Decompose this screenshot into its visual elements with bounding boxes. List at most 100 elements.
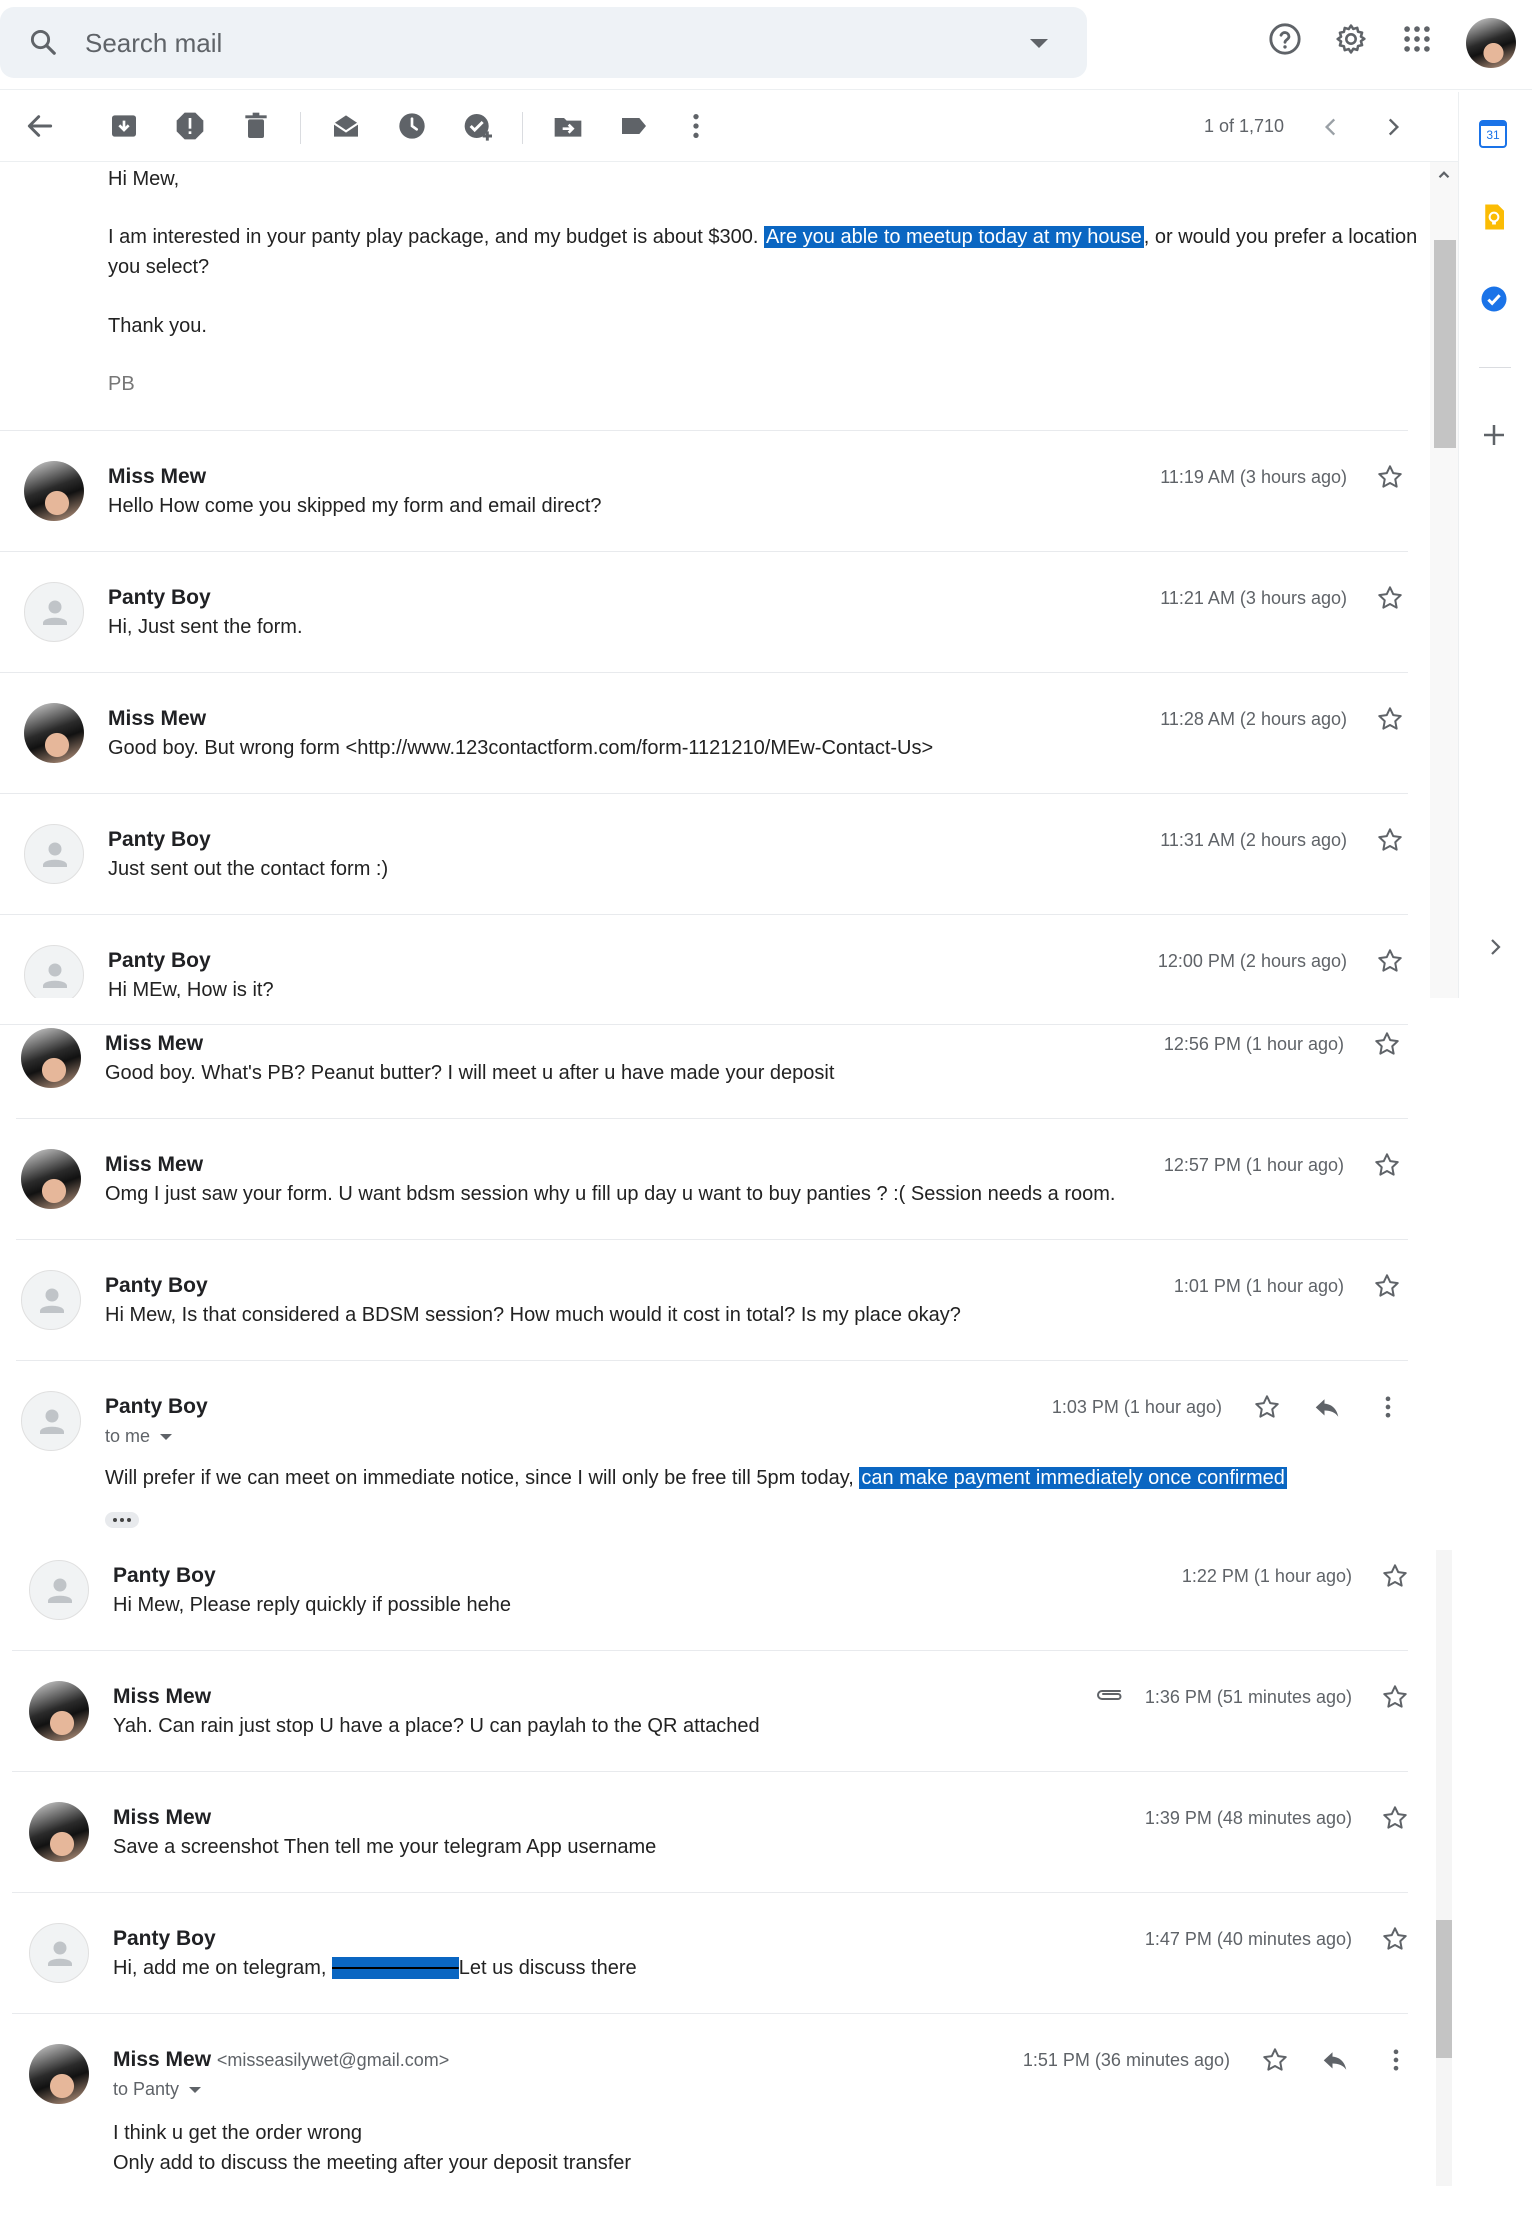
more-options-icon[interactable] bbox=[1374, 1393, 1402, 1421]
sender-name: Miss Mew <misseasilywet@gmail.com> bbox=[113, 2048, 449, 2072]
reply-icon[interactable] bbox=[1312, 1393, 1342, 1423]
message-row[interactable]: Miss Mew Omg I just saw your form. U wan… bbox=[0, 1119, 1408, 1240]
message-body-line: I think u get the order wrong bbox=[113, 2122, 363, 2144]
message-row[interactable]: Panty Boy Hi MEw, How is it? 12:00 PM (2… bbox=[0, 915, 1408, 998]
dot bbox=[120, 1518, 124, 1522]
sender-name: Panty Boy bbox=[113, 1564, 216, 1587]
scrollbar-thumb[interactable] bbox=[1434, 240, 1456, 448]
message-row[interactable]: Panty Boy Hi, add me on telegram, pewpew… bbox=[0, 1893, 1408, 2014]
message-snippet-text: Hi, add me on telegram, bbox=[113, 1957, 332, 1979]
star-icon[interactable] bbox=[1381, 1683, 1409, 1711]
back-arrow-icon[interactable] bbox=[24, 110, 56, 142]
message-row[interactable]: Panty Boy Hi Mew, Is that considered a B… bbox=[0, 1240, 1408, 1361]
star-icon[interactable] bbox=[1253, 1393, 1281, 1421]
scroll-up-icon[interactable] bbox=[1435, 166, 1453, 184]
more-options-icon[interactable] bbox=[1382, 2046, 1410, 2074]
keep-notes-icon[interactable] bbox=[1479, 202, 1509, 232]
message-snippet: Hi Mew, Please reply quickly if possible… bbox=[113, 1594, 511, 1616]
star-icon[interactable] bbox=[1376, 826, 1404, 854]
add-to-tasks-icon[interactable] bbox=[462, 110, 494, 142]
message-snippet: Save a screenshot Then tell me your tele… bbox=[113, 1836, 657, 1858]
star-icon[interactable] bbox=[1376, 947, 1404, 975]
expand-panel-chevron-icon[interactable] bbox=[1483, 935, 1507, 959]
star-icon[interactable] bbox=[1373, 1151, 1401, 1179]
show-trimmed-content-button[interactable] bbox=[105, 1512, 139, 1528]
message-row[interactable]: Panty Boy Hi Mew, Please reply quickly i… bbox=[0, 1530, 1408, 1651]
account-avatar[interactable] bbox=[1466, 18, 1516, 68]
message-row[interactable]: Miss Mew Good boy. What's PB? Peanut but… bbox=[0, 998, 1408, 1119]
star-icon[interactable] bbox=[1376, 705, 1404, 733]
delete-trash-icon[interactable] bbox=[240, 110, 272, 142]
archive-icon[interactable] bbox=[108, 110, 140, 142]
report-spam-icon[interactable] bbox=[174, 110, 206, 142]
search-options-icon[interactable] bbox=[1030, 39, 1048, 48]
caret-down-icon bbox=[160, 1434, 173, 1441]
recipient-dropdown[interactable]: to me bbox=[105, 1426, 173, 1447]
sender-name: Panty Boy bbox=[105, 1274, 208, 1297]
next-chevron-icon[interactable] bbox=[1380, 114, 1406, 140]
star-icon[interactable] bbox=[1381, 1804, 1409, 1832]
message-row[interactable]: Miss Mew Hello How come you skipped my f… bbox=[0, 431, 1408, 552]
sender-avatar bbox=[24, 461, 84, 521]
attachment-paperclip-icon bbox=[1097, 1690, 1122, 1700]
star-icon[interactable] bbox=[1261, 2046, 1289, 2074]
message-toolbar: 1 of 1,710 bbox=[0, 92, 1458, 162]
sender-name: Miss Mew bbox=[105, 1032, 204, 1055]
sender-avatar bbox=[24, 582, 84, 642]
calendar-day: 31 bbox=[1486, 128, 1500, 142]
label-tag-icon[interactable] bbox=[618, 110, 650, 142]
star-icon[interactable] bbox=[1373, 1272, 1401, 1300]
default-person-icon bbox=[48, 1578, 72, 1603]
message-row[interactable]: Miss Mew Good boy. But wrong form <http:… bbox=[0, 673, 1408, 794]
scrollbar-thumb[interactable] bbox=[1436, 1920, 1452, 2058]
message-row[interactable]: Miss Mew Yah. Can rain just stop U have … bbox=[0, 1651, 1408, 1772]
message-row[interactable]: Panty Boy Just sent out the contact form… bbox=[0, 794, 1408, 915]
recipient-label: to me bbox=[105, 1426, 151, 1446]
star-icon[interactable] bbox=[1381, 1562, 1409, 1590]
message-time: 11:31 AM (2 hours ago) bbox=[1160, 830, 1347, 850]
search-bar[interactable]: Search mail bbox=[0, 7, 1087, 78]
toolbar-divider bbox=[300, 112, 301, 144]
message-snippet: Good boy. But wrong form <http://www.123… bbox=[108, 737, 934, 759]
star-icon[interactable] bbox=[1376, 463, 1404, 491]
search-icon[interactable] bbox=[28, 27, 58, 57]
tasks-icon[interactable] bbox=[1479, 284, 1509, 314]
message-time: 11:21 AM (3 hours ago) bbox=[1160, 588, 1347, 608]
message-thanks: Thank you. bbox=[108, 315, 207, 337]
sender-avatar bbox=[29, 2044, 89, 2104]
previous-chevron-icon[interactable] bbox=[1318, 114, 1344, 140]
reply-icon[interactable] bbox=[1320, 2046, 1350, 2076]
message-snippet: Yah. Can rain just stop U have a place? … bbox=[113, 1715, 760, 1737]
star-icon[interactable] bbox=[1381, 1925, 1409, 1953]
calendar-icon[interactable]: 31 bbox=[1479, 120, 1507, 148]
message-time: 12:00 PM (2 hours ago) bbox=[1157, 951, 1347, 971]
recipient-dropdown[interactable]: to Panty bbox=[113, 2079, 202, 2100]
message-snippet-text: Let us discuss there bbox=[458, 1957, 637, 1979]
star-icon[interactable] bbox=[1373, 1030, 1401, 1058]
message-row[interactable]: Panty Boy Hi, Just sent the form. 11:21 … bbox=[0, 552, 1408, 673]
search-input[interactable]: Search mail bbox=[85, 28, 222, 59]
more-options-icon[interactable] bbox=[680, 110, 712, 142]
help-icon[interactable] bbox=[1268, 22, 1302, 56]
apps-grid-icon[interactable] bbox=[1400, 22, 1434, 56]
snooze-clock-icon[interactable] bbox=[396, 110, 428, 142]
message-time: 12:56 PM (1 hour ago) bbox=[1163, 1034, 1344, 1054]
mark-unread-icon[interactable] bbox=[330, 110, 362, 142]
settings-gear-icon[interactable] bbox=[1334, 22, 1368, 56]
message-snippet: Just sent out the contact form :) bbox=[108, 858, 389, 880]
sender-avatar bbox=[24, 945, 84, 998]
scrollbar-lower[interactable] bbox=[1436, 1550, 1452, 2186]
star-icon[interactable] bbox=[1376, 584, 1404, 612]
move-to-icon[interactable] bbox=[552, 110, 584, 142]
sender-name: Panty Boy bbox=[108, 949, 211, 972]
message-greeting: Hi Mew, bbox=[108, 168, 180, 190]
message-row[interactable]: Miss Mew Save a screenshot Then tell me … bbox=[0, 1772, 1408, 1893]
sender-avatar bbox=[21, 1270, 81, 1330]
message-snippet: Good boy. What's PB? Peanut butter? I wi… bbox=[105, 1062, 835, 1084]
scrollbar-upper[interactable] bbox=[1430, 162, 1458, 998]
message-snippet: Hi, add me on telegram, pewpewpew0 Let u… bbox=[113, 1957, 637, 1980]
default-person-icon bbox=[48, 1941, 72, 1966]
highlighted-text: can make payment immediately once confir… bbox=[859, 1467, 1287, 1489]
add-addon-plus-icon[interactable] bbox=[1479, 420, 1509, 450]
expanded-message: Panty Boy to me 1:03 PM (1 hour ago) Wil… bbox=[0, 1361, 1408, 1541]
